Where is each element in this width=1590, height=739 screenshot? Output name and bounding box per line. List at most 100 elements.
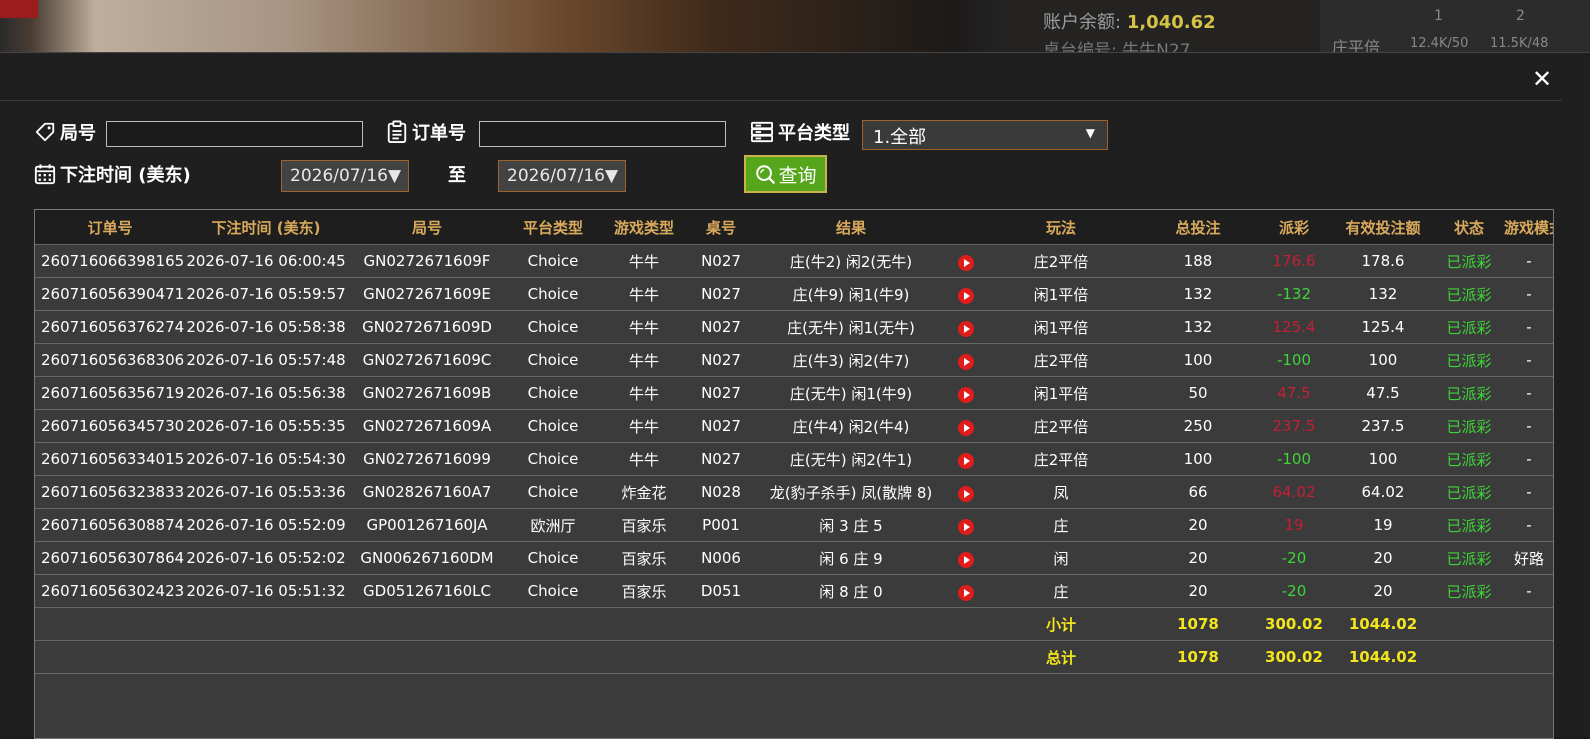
result-cell: 龙(豹子杀手) 凤(散牌 8) — [753, 475, 949, 509]
result-cell: 庄(无牛) 闲1(无牛) — [753, 310, 949, 344]
result-cell: 庄(牛4) 闲2(牛4) — [753, 409, 949, 443]
order-filter-label: 订单号 — [386, 119, 466, 145]
platform-cell: Choice — [507, 574, 599, 608]
order-cell: 260716056356719 — [35, 376, 185, 410]
header-play: 玩法 — [983, 210, 1139, 245]
payout-cell: -132 — [1257, 277, 1331, 311]
table-row: 260716056356719 2026-07-16 05:56:38 GN0272… — [35, 376, 1553, 410]
round-cell: GN028267160A7 — [347, 475, 507, 509]
replay-cell — [949, 244, 983, 278]
play-cell: 凤 — [983, 475, 1139, 509]
platform-filter-label: 平台类型 — [750, 119, 850, 145]
valid-cell: 100 — [1331, 442, 1435, 476]
date-from-picker[interactable]: 2026/07/16▼ — [281, 160, 409, 192]
header-platform: 平台类型 — [507, 210, 599, 245]
order-cell: 260716056368306 — [35, 343, 185, 377]
play-video-icon[interactable] — [958, 288, 974, 304]
game-cell: 百家乐 — [599, 508, 689, 542]
game-cell: 牛牛 — [599, 442, 689, 476]
stats-col2: 2 — [1516, 8, 1525, 24]
background-table-label: 桌台编号: 牛牛N27 — [1043, 36, 1191, 52]
replay-cell — [949, 277, 983, 311]
status-cell: 已派彩 — [1435, 442, 1503, 476]
mode-cell: - — [1503, 376, 1553, 410]
play-video-icon[interactable] — [958, 255, 974, 271]
play-video-icon[interactable] — [958, 519, 974, 535]
query-button[interactable]: 查询 — [744, 155, 827, 193]
time-cell: 2026-07-16 05:52:09 — [185, 508, 347, 542]
status-cell: 已派彩 — [1435, 541, 1503, 575]
result-cell: 庄(牛9) 闲1(牛9) — [753, 277, 949, 311]
play-cell: 庄2平倍 — [983, 442, 1139, 476]
status-cell: 已派彩 — [1435, 508, 1503, 542]
play-video-icon[interactable] — [958, 321, 974, 337]
play-video-icon[interactable] — [958, 453, 974, 469]
header-bet: 总投注 — [1139, 210, 1257, 245]
time-cell: 2026-07-16 05:56:38 — [185, 376, 347, 410]
payout-cell: -100 — [1257, 442, 1331, 476]
calendar-icon — [34, 164, 56, 185]
table-row: 260716056376274 2026-07-16 05:58:38 GN0272… — [35, 310, 1553, 344]
table-label-text: 桌台编号: — [1043, 41, 1117, 52]
game-cell: 炸金花 — [599, 475, 689, 509]
bet-cell: 188 — [1139, 244, 1257, 278]
round-cell: GN0272671609C — [347, 343, 507, 377]
replay-cell — [949, 442, 983, 476]
table-cell: N027 — [689, 376, 753, 410]
round-cell: GN0272671609E — [347, 277, 507, 311]
payout-cell: 237.5 — [1257, 409, 1331, 443]
play-cell: 闲 — [983, 541, 1139, 575]
time-cell: 2026-07-16 06:00:45 — [185, 244, 347, 278]
stats-val1: 12.4K/50 — [1410, 36, 1469, 51]
summary-tail — [1435, 607, 1553, 641]
header-order: 订单号 — [35, 210, 185, 245]
date-to-separator: 至 — [448, 165, 466, 186]
replay-cell — [949, 574, 983, 608]
platform-cell: Choice — [507, 376, 599, 410]
subtotal-row: 小计 1078 300.02 1044.02 — [35, 607, 1553, 641]
stats-col1: 1 — [1434, 8, 1443, 24]
play-video-icon[interactable] — [958, 585, 974, 601]
result-cell: 庄(牛3) 闲2(牛7) — [753, 343, 949, 377]
background-stats-panel: 1 2 庄平倍 12.4K/50 11.5K/48 — [1320, 0, 1590, 52]
play-video-icon[interactable] — [958, 354, 974, 370]
date-to-picker[interactable]: 2026/07/16▼ — [498, 160, 626, 192]
table-label-value: 牛牛N27 — [1122, 41, 1191, 52]
table-row: 260716056308874 2026-07-16 05:52:09 GP0012… — [35, 508, 1553, 542]
status-cell: 已派彩 — [1435, 376, 1503, 410]
play-video-icon[interactable] — [958, 552, 974, 568]
bet-cell: 100 — [1139, 442, 1257, 476]
close-button[interactable]: ✕ — [1528, 65, 1556, 93]
valid-cell: 178.6 — [1331, 244, 1435, 278]
game-cell: 牛牛 — [599, 277, 689, 311]
game-cell: 牛牛 — [599, 310, 689, 344]
summary-payout: 300.02 — [1257, 640, 1331, 674]
time-cell: 2026-07-16 05:53:36 — [185, 475, 347, 509]
table-row: 260716056302423 2026-07-16 05:51:32 GD0512… — [35, 574, 1553, 608]
payout-cell: 19 — [1257, 508, 1331, 542]
platform-cell: Choice — [507, 310, 599, 344]
balance-label: 账户余额: — [1043, 12, 1122, 33]
results-table: 订单号 下注时间 (美东) 局号 平台类型 游戏类型 桌号 结果 玩法 总投注 … — [35, 210, 1553, 674]
round-cell: GP001267160JA — [347, 508, 507, 542]
order-cell: 260716056376274 — [35, 310, 185, 344]
play-video-icon[interactable] — [958, 420, 974, 436]
table-row: 260716056334015 2026-07-16 05:54:30 GN0272… — [35, 442, 1553, 476]
play-video-icon[interactable] — [958, 387, 974, 403]
mode-cell: - — [1503, 475, 1553, 509]
order-label-text: 订单号 — [412, 123, 466, 144]
order-cell: 260716056323833 — [35, 475, 185, 509]
play-cell: 庄 — [983, 574, 1139, 608]
game-cell: 百家乐 — [599, 574, 689, 608]
play-video-icon[interactable] — [958, 486, 974, 502]
order-input[interactable] — [479, 121, 726, 147]
summary-blank — [35, 640, 983, 674]
valid-cell: 19 — [1331, 508, 1435, 542]
table-row: 260716056323833 2026-07-16 05:53:36 GN0282… — [35, 475, 1553, 509]
platform-cell: Choice — [507, 475, 599, 509]
round-input[interactable] — [106, 121, 363, 147]
platform-select[interactable]: 1.全部 ▼ — [862, 120, 1108, 150]
time-cell: 2026-07-16 05:55:35 — [185, 409, 347, 443]
table-cell: N027 — [689, 310, 753, 344]
stats-val2: 11.5K/48 — [1490, 36, 1549, 51]
